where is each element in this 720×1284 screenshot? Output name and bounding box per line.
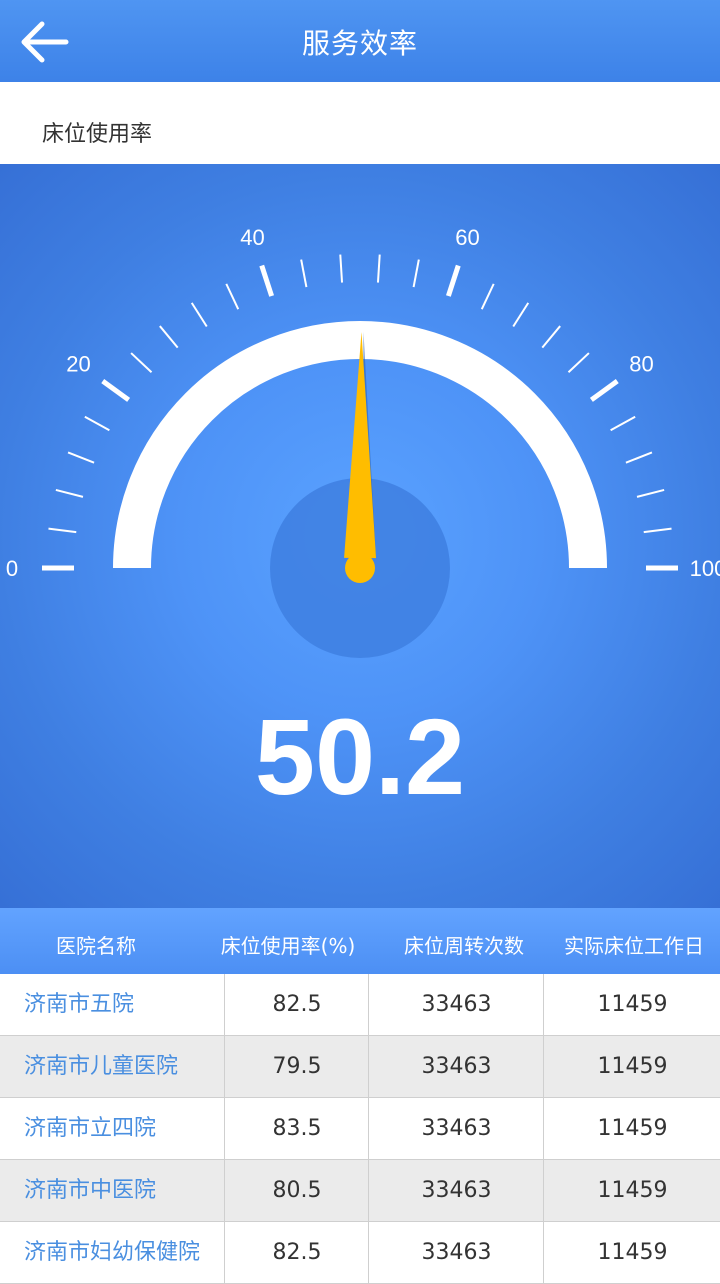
gauge-minor-tick	[643, 527, 672, 534]
table-row[interactable]: 济南市中医院 80.5 33463 11459	[0, 1160, 720, 1222]
hospital-name[interactable]: 济南市立四院	[24, 1098, 156, 1159]
gauge-value: 50.2	[254, 696, 466, 817]
rate-cell: 80.5	[224, 1160, 369, 1221]
rate-cell: 83.5	[224, 1098, 369, 1159]
table-row[interactable]: 济南市儿童医院 79.5 33463 11459	[0, 1036, 720, 1098]
turnover-cell: 33463	[368, 1036, 544, 1097]
rate-cell: 82.5	[224, 1222, 369, 1283]
gauge-tick-label: 0	[6, 556, 18, 581]
gauge-minor-tick	[84, 415, 110, 432]
hospital-name[interactable]: 济南市儿童医院	[24, 1036, 178, 1097]
gauge-major-tick	[259, 264, 274, 297]
header-workdays: 实际床位工作日	[564, 934, 704, 958]
header-hospital: 医院名称	[56, 934, 136, 958]
gauge-tick-label: 60	[455, 225, 479, 250]
hospital-table: 济南市五院 82.5 33463 11459 济南市儿童医院 79.5 3346…	[0, 974, 720, 1284]
hospital-name[interactable]: 济南市中医院	[24, 1160, 156, 1221]
rate-cell: 82.5	[224, 974, 369, 1035]
gauge-needle	[344, 332, 377, 583]
gauge-minor-tick	[512, 302, 530, 328]
gauge-tick-label: 40	[240, 225, 264, 250]
gauge-major-tick	[446, 264, 461, 297]
rate-cell: 79.5	[224, 1036, 369, 1097]
gauge-minor-tick	[55, 488, 84, 498]
gauge-panel: 0 20 40 60 80 100 50.2	[0, 164, 720, 908]
gauge-major-tick	[589, 379, 619, 402]
gauge-tick-label: 100	[690, 556, 720, 581]
gauge-major-tick	[101, 379, 131, 402]
gauge-minor-tick	[610, 415, 636, 432]
gauge-minor-tick	[625, 451, 653, 464]
gauge-minor-tick	[159, 325, 179, 349]
gauge-minor-tick	[190, 302, 208, 328]
gauge-minor-tick	[636, 488, 665, 498]
gauge-tick-label: 20	[66, 351, 90, 376]
gauge-minor-tick	[67, 451, 95, 464]
workdays-cell: 11459	[543, 974, 720, 1035]
turnover-cell: 33463	[368, 1222, 544, 1283]
metric-label: 床位使用率	[42, 122, 153, 147]
workdays-cell: 11459	[543, 1160, 720, 1221]
page-title: 服务效率	[301, 27, 418, 60]
gauge-minor-tick	[376, 254, 381, 283]
table-row[interactable]: 济南市妇幼保健院 82.5 33463 11459	[0, 1222, 720, 1284]
gauge-minor-tick	[412, 259, 420, 288]
gauge-minor-tick	[541, 325, 561, 349]
workdays-cell: 11459	[543, 1222, 720, 1283]
gauge-minor-tick	[225, 283, 240, 310]
gauge-minor-tick	[48, 527, 77, 534]
needle-pivot	[345, 553, 375, 583]
gauge-tick-label: 80	[629, 351, 653, 376]
table-header: 医院名称 床位使用率(%) 床位周转次数 实际床位工作日	[0, 908, 720, 974]
gauge-minor-tick	[480, 283, 495, 310]
needle-body	[344, 332, 377, 559]
top-bar: 服务效率	[0, 0, 720, 82]
gauge-minor-tick	[300, 259, 308, 288]
hospital-name[interactable]: 济南市五院	[24, 974, 134, 1035]
turnover-cell: 33463	[368, 974, 544, 1035]
header-turnover: 床位周转次数	[404, 934, 524, 958]
header-rate: 床位使用率(%)	[220, 934, 356, 958]
turnover-cell: 33463	[368, 1098, 544, 1159]
turnover-cell: 33463	[368, 1160, 544, 1221]
hospital-name[interactable]: 济南市妇幼保健院	[24, 1222, 200, 1283]
metric-header: 床位使用率	[0, 82, 720, 165]
gauge-minor-tick	[567, 352, 590, 373]
gauge-minor-tick	[130, 352, 153, 373]
workdays-cell: 11459	[543, 1098, 720, 1159]
workdays-cell: 11459	[543, 1036, 720, 1097]
gauge-minor-tick	[339, 254, 344, 283]
table-row[interactable]: 济南市立四院 83.5 33463 11459	[0, 1098, 720, 1160]
table-row[interactable]: 济南市五院 82.5 33463 11459	[0, 974, 720, 1036]
